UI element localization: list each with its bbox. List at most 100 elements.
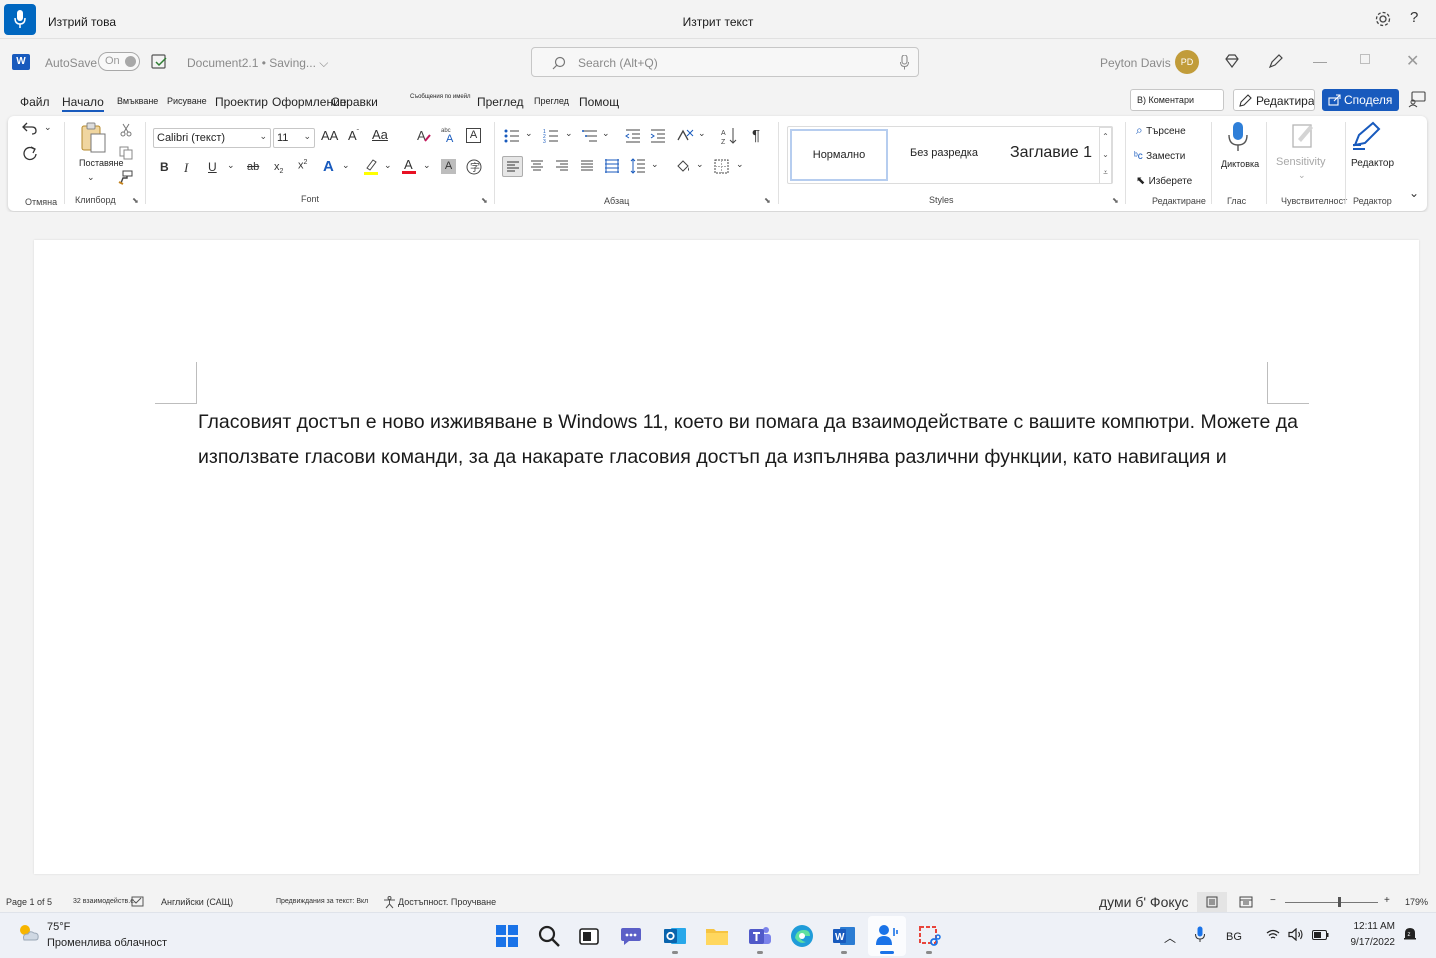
settings-gear-icon[interactable] xyxy=(1374,10,1392,28)
style-heading1[interactable]: Заглавие 1 xyxy=(998,129,1104,181)
word-taskbar-icon[interactable]: W xyxy=(832,924,856,948)
dictate-mic-icon[interactable] xyxy=(1227,121,1249,153)
sort-icon[interactable]: AZ xyxy=(721,127,737,145)
voice-access-taskbar-button[interactable] xyxy=(868,916,906,956)
paste-dropdown-icon[interactable]: ⌄ xyxy=(87,172,95,183)
document-body-text[interactable]: Гласовият достъп е ново изживяване в Win… xyxy=(198,405,1348,475)
help-icon[interactable]: ? xyxy=(1410,9,1418,26)
feedback-icon[interactable] xyxy=(1408,91,1426,108)
font-size-combo[interactable]: 11 ⌄ xyxy=(273,128,315,148)
search-input[interactable]: Search (Alt+Q) xyxy=(531,47,919,77)
format-painter-icon[interactable] xyxy=(118,170,133,185)
search-taskbar-icon[interactable] xyxy=(538,925,560,947)
distributed-icon[interactable] xyxy=(604,158,620,174)
style-no-spacing[interactable]: Без разредка xyxy=(894,129,994,181)
editor-pen-icon[interactable] xyxy=(1351,121,1383,151)
tab-view[interactable]: Преглед xyxy=(534,96,569,106)
print-layout-button[interactable] xyxy=(1197,892,1227,912)
increase-indent-icon[interactable] xyxy=(650,129,666,143)
replace-button[interactable]: ᵇc Замести xyxy=(1134,148,1185,162)
volume-icon[interactable] xyxy=(1288,928,1304,941)
chevron-down-icon[interactable]: ⌄ xyxy=(1100,146,1111,164)
tab-design[interactable]: Проектир xyxy=(215,95,268,109)
asian-layout-icon[interactable] xyxy=(677,128,695,144)
italic-icon[interactable]: I xyxy=(184,160,188,176)
chat-icon[interactable] xyxy=(620,925,642,947)
zoom-slider[interactable] xyxy=(1285,902,1378,903)
outlook-icon[interactable] xyxy=(663,924,687,948)
font-launcher-icon[interactable]: ⬊ xyxy=(481,196,488,205)
cut-icon[interactable] xyxy=(120,123,132,137)
clock-date[interactable]: 9/17/2022 xyxy=(1340,937,1396,948)
start-icon[interactable] xyxy=(496,925,518,947)
strikethrough-icon[interactable]: ab xyxy=(247,161,259,173)
document-name[interactable]: Document2.1 • Saving... ⌵ xyxy=(187,56,328,71)
tab-mailings[interactable]: Съобщения по имейл xyxy=(410,94,471,100)
tab-review[interactable]: Преглед xyxy=(477,95,524,109)
weather-condition[interactable]: Променлива облачност xyxy=(47,937,167,949)
shading-dropdown-icon[interactable]: ⌄ xyxy=(696,159,704,170)
character-shading-icon[interactable]: A xyxy=(441,159,456,174)
undo-icon[interactable] xyxy=(22,121,38,135)
sensitivity-label[interactable]: Sensitivity xyxy=(1276,156,1326,168)
notification-icon[interactable]: z xyxy=(1403,926,1417,942)
clipboard-launcher-icon[interactable]: ⬊ xyxy=(132,196,139,205)
clock-time[interactable]: 12:11 AM xyxy=(1349,921,1395,932)
subscript-icon[interactable]: x2 xyxy=(274,161,283,175)
weather-icon[interactable] xyxy=(16,922,40,942)
proofing-icon[interactable] xyxy=(131,896,144,908)
numbering-dropdown-icon[interactable]: ⌄ xyxy=(565,128,573,139)
shrink-font-icon[interactable]: Aˇ xyxy=(348,128,359,143)
accessibility-status[interactable]: Достъпност. Проучване xyxy=(398,897,496,907)
pen-icon[interactable] xyxy=(1268,53,1284,69)
line-spacing-icon[interactable] xyxy=(630,158,646,174)
text-effects-icon[interactable]: A xyxy=(323,158,334,175)
change-case-icon[interactable]: Aa xyxy=(372,127,388,142)
file-explorer-icon[interactable] xyxy=(705,926,729,946)
highlight-icon[interactable] xyxy=(363,158,379,176)
find-button[interactable]: ⌕ Търсене xyxy=(1136,123,1186,138)
justify-icon[interactable] xyxy=(580,159,594,173)
select-button[interactable]: ⬉ Изберете xyxy=(1136,173,1192,187)
page-count[interactable]: Page 1 of 5 xyxy=(6,897,52,907)
sensitivity-icon[interactable] xyxy=(1290,121,1316,149)
input-language[interactable]: BG xyxy=(1226,931,1242,943)
microphone-tray-icon[interactable] xyxy=(1195,926,1205,943)
tab-help[interactable]: Помощ xyxy=(579,95,619,109)
editing-mode-button[interactable]: Редактиране xyxy=(1233,89,1315,111)
zoom-slider-thumb[interactable] xyxy=(1338,897,1341,907)
style-normal[interactable]: Нормално xyxy=(790,129,888,181)
diamond-icon[interactable] xyxy=(1224,53,1240,69)
copy-icon[interactable] xyxy=(119,146,133,160)
document-page[interactable] xyxy=(34,240,1419,874)
numbering-icon[interactable]: 123 xyxy=(543,129,559,143)
zoom-level[interactable]: 179% xyxy=(1405,897,1428,907)
share-button[interactable]: Споделя xyxy=(1322,89,1399,111)
search-mic-icon[interactable] xyxy=(900,55,909,70)
save-icon[interactable] xyxy=(151,54,168,70)
borders-dropdown-icon[interactable]: ⌄ xyxy=(736,159,744,170)
snipping-tool-icon[interactable] xyxy=(917,924,941,948)
tab-draw[interactable]: Рисуване xyxy=(167,96,207,106)
decrease-indent-icon[interactable] xyxy=(625,129,641,143)
font-color-dropdown-icon[interactable]: ⌄ xyxy=(423,160,431,171)
clear-formatting-icon[interactable]: A xyxy=(416,127,432,143)
bullets-dropdown-icon[interactable]: ⌄ xyxy=(525,128,533,139)
paste-label[interactable]: Поставяне xyxy=(79,158,124,168)
phonetic-guide-icon[interactable]: abc A xyxy=(440,126,458,144)
tab-file[interactable]: Файл xyxy=(20,95,50,109)
align-left-button[interactable] xyxy=(502,156,523,177)
font-color-icon[interactable]: A xyxy=(401,157,417,175)
bullets-icon[interactable] xyxy=(504,129,520,143)
bold-icon[interactable]: B xyxy=(160,160,169,174)
wifi-icon[interactable] xyxy=(1266,929,1280,940)
undo-dropdown-icon[interactable]: ⌄ xyxy=(44,122,52,133)
align-center-icon[interactable] xyxy=(530,159,544,173)
weather-temp[interactable]: 75°F xyxy=(47,921,70,933)
tab-insert[interactable]: Вмъкване xyxy=(117,96,158,106)
battery-icon[interactable] xyxy=(1312,930,1329,940)
task-view-icon[interactable] xyxy=(579,926,599,946)
redo-icon[interactable] xyxy=(22,146,38,162)
superscript-icon[interactable]: x2 xyxy=(298,159,307,172)
chevron-up-icon[interactable]: ⌃ xyxy=(1100,128,1111,146)
